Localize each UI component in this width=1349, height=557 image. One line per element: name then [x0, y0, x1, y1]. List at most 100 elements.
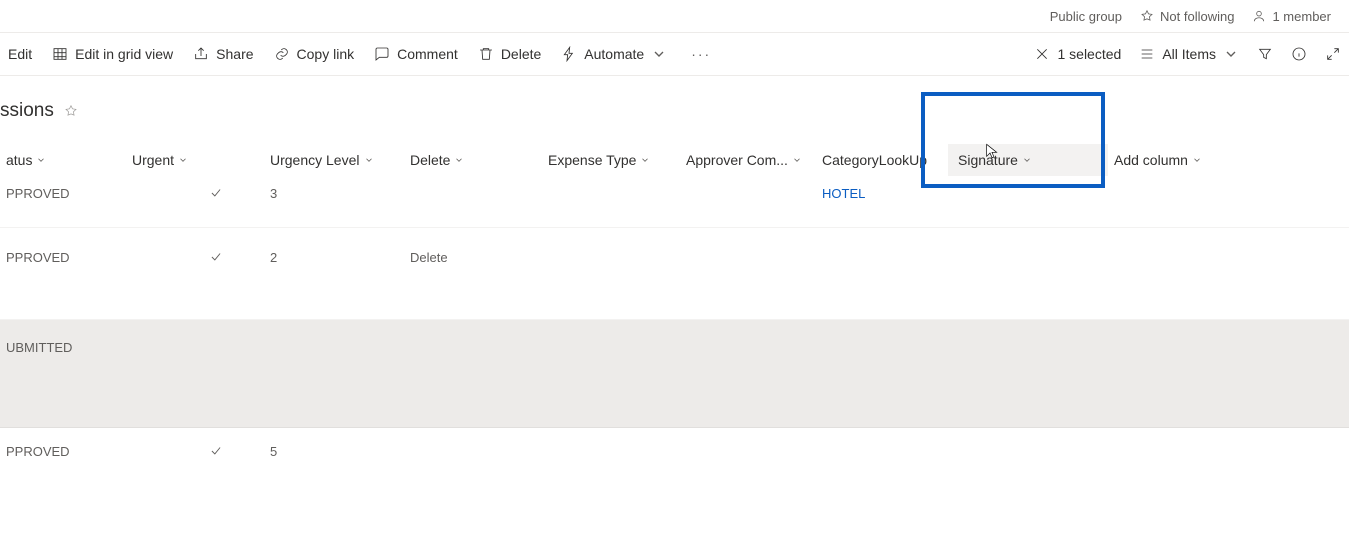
list-icon — [1139, 46, 1155, 62]
cell-expense-type — [542, 184, 680, 188]
column-header-status[interactable]: atus — [0, 152, 126, 168]
info-icon — [1291, 46, 1307, 62]
close-icon — [1034, 46, 1050, 62]
group-type-label: Public group — [1050, 9, 1122, 24]
cell-category-lookup — [816, 442, 944, 446]
table-row[interactable]: UBMITTED — [0, 320, 1349, 428]
cell-approver-comments — [680, 442, 816, 446]
col-status-label: atus — [6, 152, 32, 168]
comment-button[interactable]: Comment — [374, 46, 458, 62]
check-icon — [209, 250, 223, 264]
col-delete-label: Delete — [410, 152, 450, 168]
col-urgent-label: Urgent — [132, 152, 174, 168]
cell-status: UBMITTED — [0, 338, 126, 357]
group-type-text: Public group — [1050, 9, 1122, 24]
cell-status: PPROVED — [0, 442, 126, 461]
cell-urgent — [126, 338, 264, 342]
copylink-button[interactable]: Copy link — [274, 46, 355, 62]
chevron-down-icon — [1192, 155, 1202, 165]
chevron-down-icon — [1223, 46, 1239, 62]
chevron-down-icon — [454, 155, 464, 165]
column-header-delete[interactable]: Delete — [404, 152, 542, 168]
chevron-down-icon — [651, 46, 667, 62]
column-header-expense-type[interactable]: Expense Type — [542, 152, 680, 168]
members-button[interactable]: 1 member — [1252, 9, 1331, 24]
column-header-urgent[interactable]: Urgent — [126, 152, 264, 168]
person-icon — [1252, 9, 1266, 23]
follow-label: Not following — [1160, 9, 1234, 24]
cell-signature — [944, 248, 1104, 252]
link-icon — [274, 46, 290, 62]
members-label: 1 member — [1272, 9, 1331, 24]
col-approvercom-label: Approver Com... — [686, 152, 788, 168]
cell-delete — [404, 338, 542, 342]
chevron-down-icon — [1022, 155, 1032, 165]
delete-button[interactable]: Delete — [478, 46, 541, 62]
check-icon — [209, 186, 223, 200]
col-urgency-label: Urgency Level — [270, 152, 360, 168]
page-header-meta: Public group Not following 1 member — [0, 0, 1349, 32]
edit-grid-button[interactable]: Edit in grid view — [52, 46, 173, 62]
add-column-button[interactable]: Add column — [1108, 152, 1228, 168]
chevron-down-icon — [178, 155, 188, 165]
automate-button[interactable]: Automate — [561, 46, 667, 62]
data-grid: atus Urgent Urgency Level Delete Expense… — [0, 140, 1349, 508]
share-button[interactable]: Share — [193, 46, 253, 62]
automate-icon — [561, 46, 577, 62]
cell-expense-type — [542, 338, 680, 342]
command-bar: Edit Edit in grid view Share Copy link C… — [0, 32, 1349, 76]
delete-label: Delete — [501, 46, 541, 62]
cell-status: PPROVED — [0, 248, 126, 267]
cell-urgency-level: 2 — [264, 248, 404, 267]
cell-approver-comments — [680, 338, 816, 342]
col-expensetype-label: Expense Type — [548, 152, 636, 168]
column-header-row: atus Urgent Urgency Level Delete Expense… — [0, 140, 1349, 180]
view-name-label: All Items — [1162, 46, 1216, 62]
comment-icon — [374, 46, 390, 62]
filter-button[interactable] — [1257, 46, 1273, 62]
fullscreen-button[interactable] — [1325, 46, 1341, 62]
cell-category-lookup — [816, 248, 944, 252]
copylink-label: Copy link — [297, 46, 355, 62]
grid-icon — [52, 46, 68, 62]
column-header-signature[interactable]: Signature — [948, 144, 1108, 176]
edit-button[interactable]: Edit — [8, 46, 32, 62]
table-row[interactable]: PPROVED 3 HOTEL — [0, 180, 1349, 228]
cell-category-lookup — [816, 338, 944, 342]
star-icon — [1140, 9, 1154, 23]
cell-delete — [404, 442, 542, 446]
cell-status: PPROVED — [0, 184, 126, 203]
view-switcher-button[interactable]: All Items — [1139, 46, 1239, 62]
cell-urgency-level — [264, 338, 404, 342]
cell-delete — [404, 184, 542, 188]
list-title-row: ssions — [0, 76, 1349, 140]
selected-count-label: 1 selected — [1057, 46, 1121, 62]
automate-label: Automate — [584, 46, 644, 62]
star-icon[interactable] — [64, 104, 78, 118]
column-header-urgency-level[interactable]: Urgency Level — [264, 152, 404, 168]
col-category-label: CategoryLookUp — [822, 152, 927, 168]
column-header-category-lookup[interactable]: CategoryLookUp — [816, 152, 944, 168]
filter-icon — [1257, 46, 1273, 62]
share-icon — [193, 46, 209, 62]
cell-delete: Delete — [404, 248, 542, 267]
cell-expense-type — [542, 248, 680, 252]
cell-signature — [944, 184, 1104, 188]
edit-label: Edit — [8, 46, 32, 62]
info-button[interactable] — [1291, 46, 1307, 62]
comment-label: Comment — [397, 46, 458, 62]
cell-urgency-level: 5 — [264, 442, 404, 461]
cell-category-lookup[interactable]: HOTEL — [816, 184, 944, 203]
column-header-approver-comments[interactable]: Approver Com... — [680, 152, 816, 168]
check-icon — [209, 444, 223, 458]
edit-grid-label: Edit in grid view — [75, 46, 173, 62]
table-row[interactable]: PPROVED 2 Delete — [0, 228, 1349, 320]
follow-button[interactable]: Not following — [1140, 9, 1234, 24]
cell-approver-comments — [680, 184, 816, 188]
cell-approver-comments — [680, 248, 816, 252]
clear-selection-button[interactable]: 1 selected — [1034, 46, 1121, 62]
cell-urgent — [126, 184, 264, 202]
overflow-menu-button[interactable]: ··· — [687, 46, 715, 62]
table-row[interactable]: PPROVED 5 — [0, 428, 1349, 508]
chevron-down-icon — [792, 155, 802, 165]
